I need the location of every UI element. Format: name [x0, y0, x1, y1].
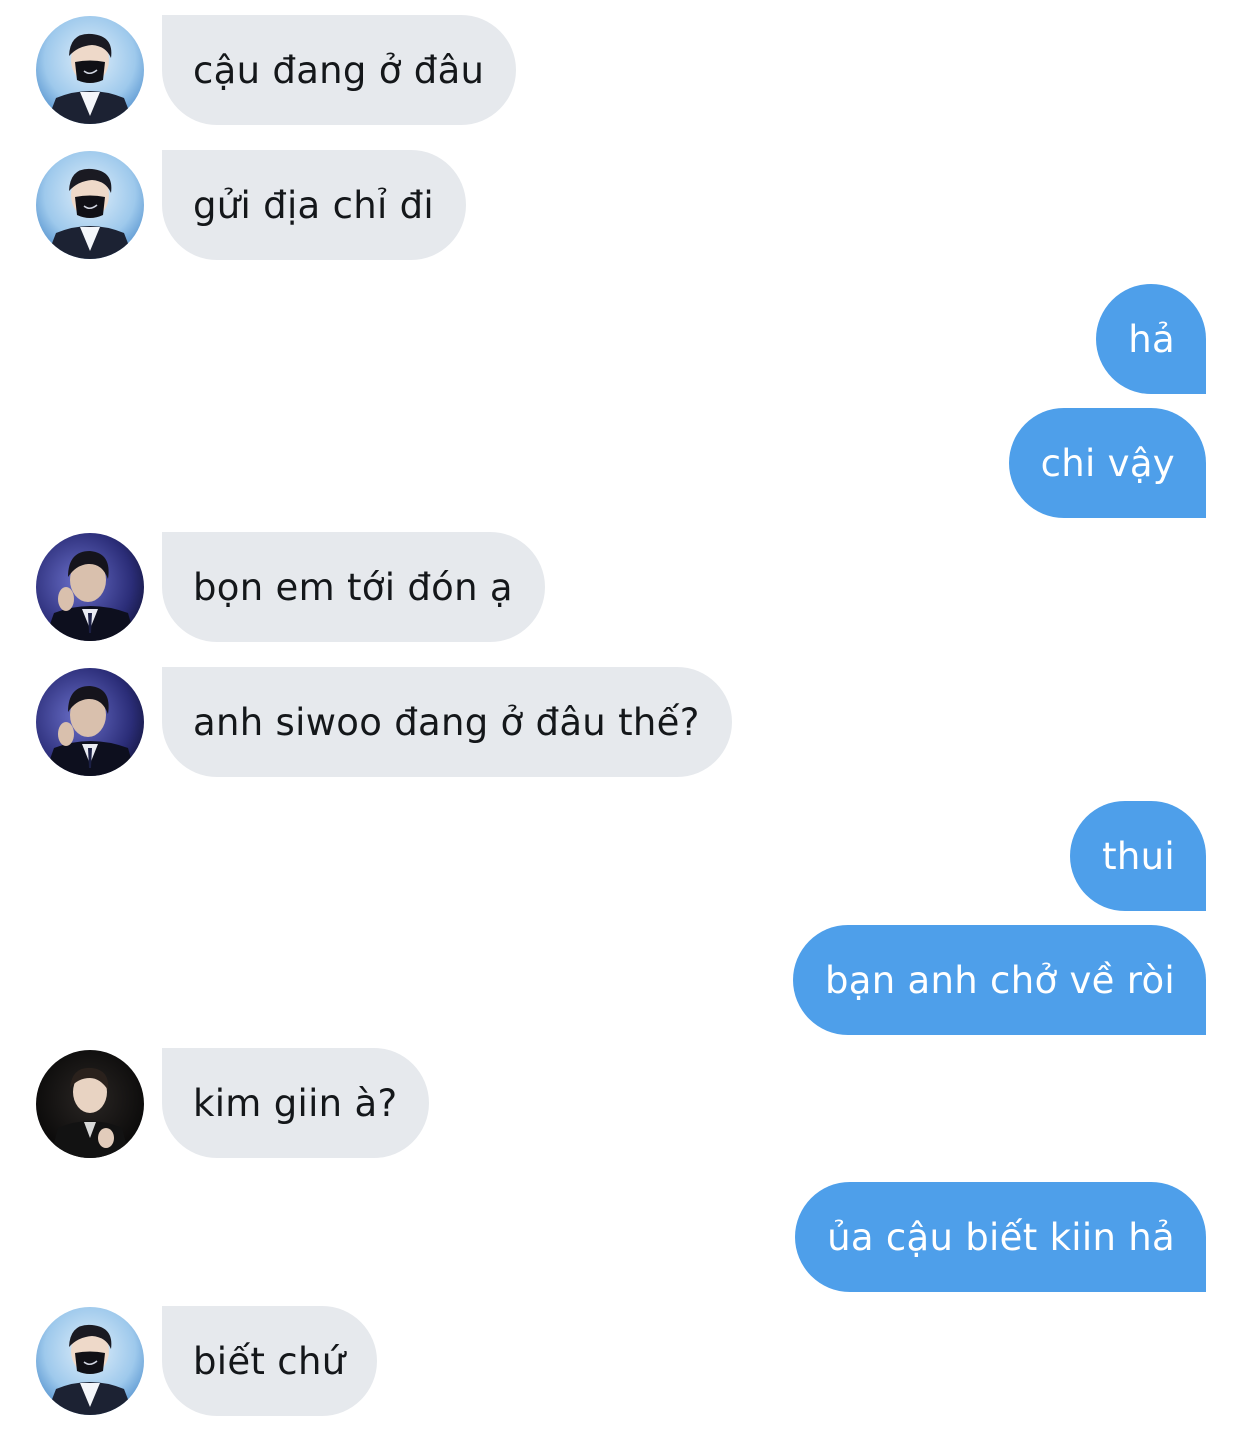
message-bubble-outgoing[interactable]: chi vậy	[1008, 408, 1206, 518]
message-bubble-outgoing[interactable]: bạn anh chở về ròi	[792, 925, 1206, 1035]
message-text: thui	[1102, 834, 1175, 878]
message-text: bọn em tới đón ạ	[193, 565, 513, 609]
avatar[interactable]	[36, 16, 144, 124]
message-bubble-outgoing[interactable]: hả	[1096, 284, 1206, 394]
message-bubble-outgoing[interactable]: thui	[1070, 801, 1206, 911]
message-text: gửi địa chỉ đi	[193, 183, 434, 227]
message-bubble-incoming[interactable]: biết chứ	[162, 1306, 378, 1416]
message-text: bạn anh chở về ròi	[824, 958, 1175, 1002]
avatar[interactable]	[36, 1050, 144, 1158]
avatar[interactable]	[36, 533, 144, 641]
masked-person-avatar-image	[36, 151, 144, 259]
message-text: kim giin à?	[193, 1081, 398, 1125]
message-bubble-incoming[interactable]: gửi địa chỉ đi	[162, 150, 466, 260]
message-bubble-outgoing[interactable]: ủa cậu biết kiin hả	[795, 1182, 1206, 1292]
dark-portrait-avatar-image	[36, 1050, 144, 1158]
message-text: biết chứ	[193, 1339, 346, 1383]
message-text: ủa cậu biết kiin hả	[827, 1215, 1175, 1259]
avatar[interactable]	[36, 668, 144, 776]
message-text: chi vậy	[1040, 441, 1175, 485]
message-bubble-incoming[interactable]: bọn em tới đón ạ	[162, 532, 545, 642]
masked-person-avatar-image	[36, 1307, 144, 1415]
message-bubble-incoming[interactable]: cậu đang ở đâu	[162, 15, 517, 125]
masked-person-avatar-image	[36, 16, 144, 124]
message-bubble-incoming[interactable]: anh siwoo đang ở đâu thế?	[162, 667, 732, 777]
message-text: anh siwoo đang ở đâu thế?	[193, 700, 700, 744]
avatar[interactable]	[36, 1307, 144, 1415]
avatar[interactable]	[36, 151, 144, 259]
suit-person-avatar-image	[36, 533, 144, 641]
suit-person-avatar-image	[36, 668, 144, 776]
message-text: cậu đang ở đâu	[193, 48, 485, 92]
message-bubble-incoming[interactable]: kim giin à?	[162, 1048, 430, 1158]
chat-thread: cậu đang ở đâu gửi địa chỉ đi hả chi vậy	[0, 0, 1242, 1429]
message-text: hả	[1128, 317, 1175, 361]
